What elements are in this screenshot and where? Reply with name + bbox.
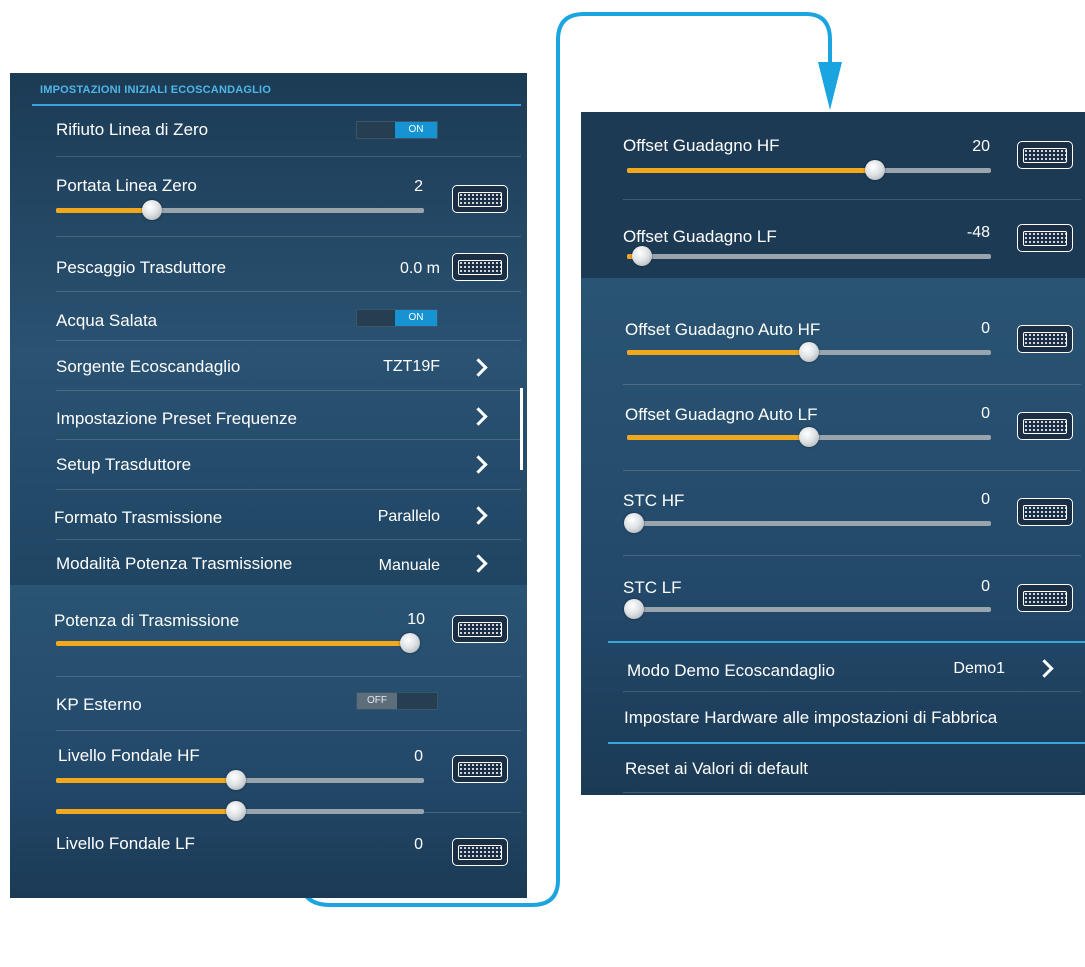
- divider: [56, 539, 521, 540]
- slider-handle[interactable]: [141, 200, 162, 220]
- divider: [623, 792, 1081, 793]
- divider: [623, 384, 1081, 385]
- gain-offset-lf-label: Offset Guadagno LF: [623, 227, 777, 246]
- auto-gain-offset-hf-value: 0: [981, 320, 990, 337]
- zero-line-range-slider[interactable]: [56, 200, 424, 220]
- keyboard-icon[interactable]: [1017, 325, 1073, 353]
- transmit-power-value: 10: [407, 611, 425, 628]
- scrollbar[interactable]: [520, 388, 523, 470]
- sounder-demo-mode-label: Modo Demo Ecoscandaglio: [627, 661, 835, 680]
- zero-line-range-value: 2: [414, 178, 423, 195]
- arrow-down-icon: [818, 62, 842, 110]
- keyboard-icon[interactable]: [452, 838, 508, 866]
- bottom-level-hf-slider[interactable]: [56, 770, 424, 790]
- header-divider: [32, 104, 521, 106]
- keyboard-icon[interactable]: [1017, 141, 1073, 169]
- auto-gain-offset-hf-label: Offset Guadagno Auto HF: [625, 320, 821, 339]
- section-divider: [608, 742, 1085, 744]
- keyboard-icon[interactable]: [452, 755, 508, 783]
- sounder-demo-mode-value[interactable]: Demo1: [930, 660, 1005, 678]
- reset-defaults-button[interactable]: Reset ai Valori di default: [625, 759, 808, 779]
- bottom-level-hf-label: Livello Fondale HF: [58, 746, 200, 765]
- slider-fill: [627, 168, 875, 173]
- slider-handle[interactable]: [400, 633, 420, 653]
- transmit-power-slider[interactable]: [56, 633, 420, 653]
- slider-fill: [56, 641, 410, 646]
- external-kp-label: KP Esterno: [56, 695, 142, 714]
- keyboard-icon[interactable]: [452, 253, 508, 281]
- slider-fill: [56, 778, 237, 783]
- gain-offset-hf-slider[interactable]: [627, 160, 991, 180]
- slider-fill: [56, 208, 152, 213]
- divider: [623, 470, 1081, 471]
- divider: [56, 730, 521, 731]
- keyboard-icon[interactable]: [452, 615, 508, 643]
- keyboard-icon[interactable]: [1017, 224, 1073, 252]
- slider-fill: [627, 350, 809, 355]
- stc-lf-value: 0: [981, 578, 990, 595]
- toggle-on-state: ON: [395, 310, 437, 326]
- slider-fill: [56, 809, 237, 814]
- divider: [56, 156, 521, 157]
- stc-hf-slider[interactable]: [624, 513, 991, 533]
- gain-offset-lf-slider[interactable]: [627, 246, 991, 266]
- divider: [623, 199, 1081, 200]
- slider-handle[interactable]: [799, 342, 819, 362]
- divider: [623, 555, 1081, 556]
- slider-fill: [627, 435, 809, 440]
- auto-gain-offset-lf-value: 0: [981, 405, 990, 422]
- auto-gain-offset-lf-slider[interactable]: [627, 427, 991, 447]
- divider: [56, 390, 521, 391]
- stc-lf-slider[interactable]: [624, 599, 991, 619]
- gain-offset-lf-value: -48: [966, 224, 990, 241]
- zero-line-rejection-label: Rifiuto Linea di Zero: [56, 120, 209, 139]
- salt-water-label: Acqua Salata: [56, 311, 158, 330]
- keyboard-icon[interactable]: [1017, 498, 1073, 526]
- divider: [56, 676, 521, 677]
- sounder-source-label: Sorgente Ecoscandaglio: [56, 357, 241, 376]
- slider-handle[interactable]: [799, 427, 819, 447]
- divider: [56, 340, 521, 341]
- zero-line-rejection-toggle[interactable]: ON: [356, 121, 438, 139]
- auto-gain-offset-hf-slider[interactable]: [627, 342, 991, 362]
- toggle-off-state: OFF: [357, 693, 397, 709]
- stc-hf-label: STC HF: [623, 491, 685, 510]
- divider: [56, 439, 521, 440]
- toggle-on-state: ON: [395, 122, 437, 138]
- bottom-level-lf-value: 0: [414, 836, 423, 853]
- power-mode-value[interactable]: Manuale: [350, 557, 440, 575]
- bottom-level-lf-slider[interactable]: [56, 801, 424, 821]
- slider-handle[interactable]: [631, 246, 652, 266]
- external-kp-toggle[interactable]: OFF: [356, 692, 438, 710]
- frequency-preset-label[interactable]: Impostazione Preset Frequenze: [56, 409, 297, 429]
- slider-handle[interactable]: [864, 160, 885, 180]
- keyboard-icon[interactable]: [452, 185, 508, 213]
- power-mode-label: Modalità Potenza Trasmissione: [56, 554, 293, 573]
- transmit-power-label: Potenza di Trasmissione: [54, 611, 240, 630]
- gain-offset-hf-label: Offset Guadagno HF: [623, 136, 780, 155]
- divider: [623, 691, 1081, 692]
- factory-reset-hardware-button[interactable]: Impostare Hardware alle impostazioni di …: [624, 708, 997, 728]
- divider: [56, 291, 521, 292]
- salt-water-toggle[interactable]: ON: [356, 309, 438, 327]
- auto-gain-offset-lf-label: Offset Guadagno Auto LF: [625, 405, 818, 424]
- stc-lf-label: STC LF: [623, 578, 682, 597]
- transmission-format-value[interactable]: Parallelo: [350, 508, 440, 526]
- keyboard-icon[interactable]: [1017, 584, 1073, 612]
- divider: [56, 489, 521, 490]
- bottom-level-lf-label: Livello Fondale LF: [56, 834, 195, 853]
- panel-title: IMPOSTAZIONI INIZIALI ECOSCANDAGLIO: [40, 84, 272, 96]
- bottom-level-hf-value: 0: [414, 748, 423, 765]
- section-divider: [608, 641, 1085, 643]
- gain-offset-hf-value: 20: [972, 138, 990, 155]
- transducer-draft-label: Pescaggio Trasduttore: [56, 258, 227, 277]
- zero-line-range-label: Portata Linea Zero: [56, 176, 197, 195]
- divider: [56, 236, 521, 237]
- keyboard-icon[interactable]: [1017, 412, 1073, 440]
- stc-hf-value: 0: [981, 491, 990, 508]
- sounder-source-value[interactable]: TZT19F: [360, 358, 440, 376]
- transmission-format-label: Formato Trasmissione: [54, 508, 223, 527]
- transducer-setup-label[interactable]: Setup Trasduttore: [56, 455, 191, 475]
- transducer-draft-value: 0.0 m: [399, 260, 440, 277]
